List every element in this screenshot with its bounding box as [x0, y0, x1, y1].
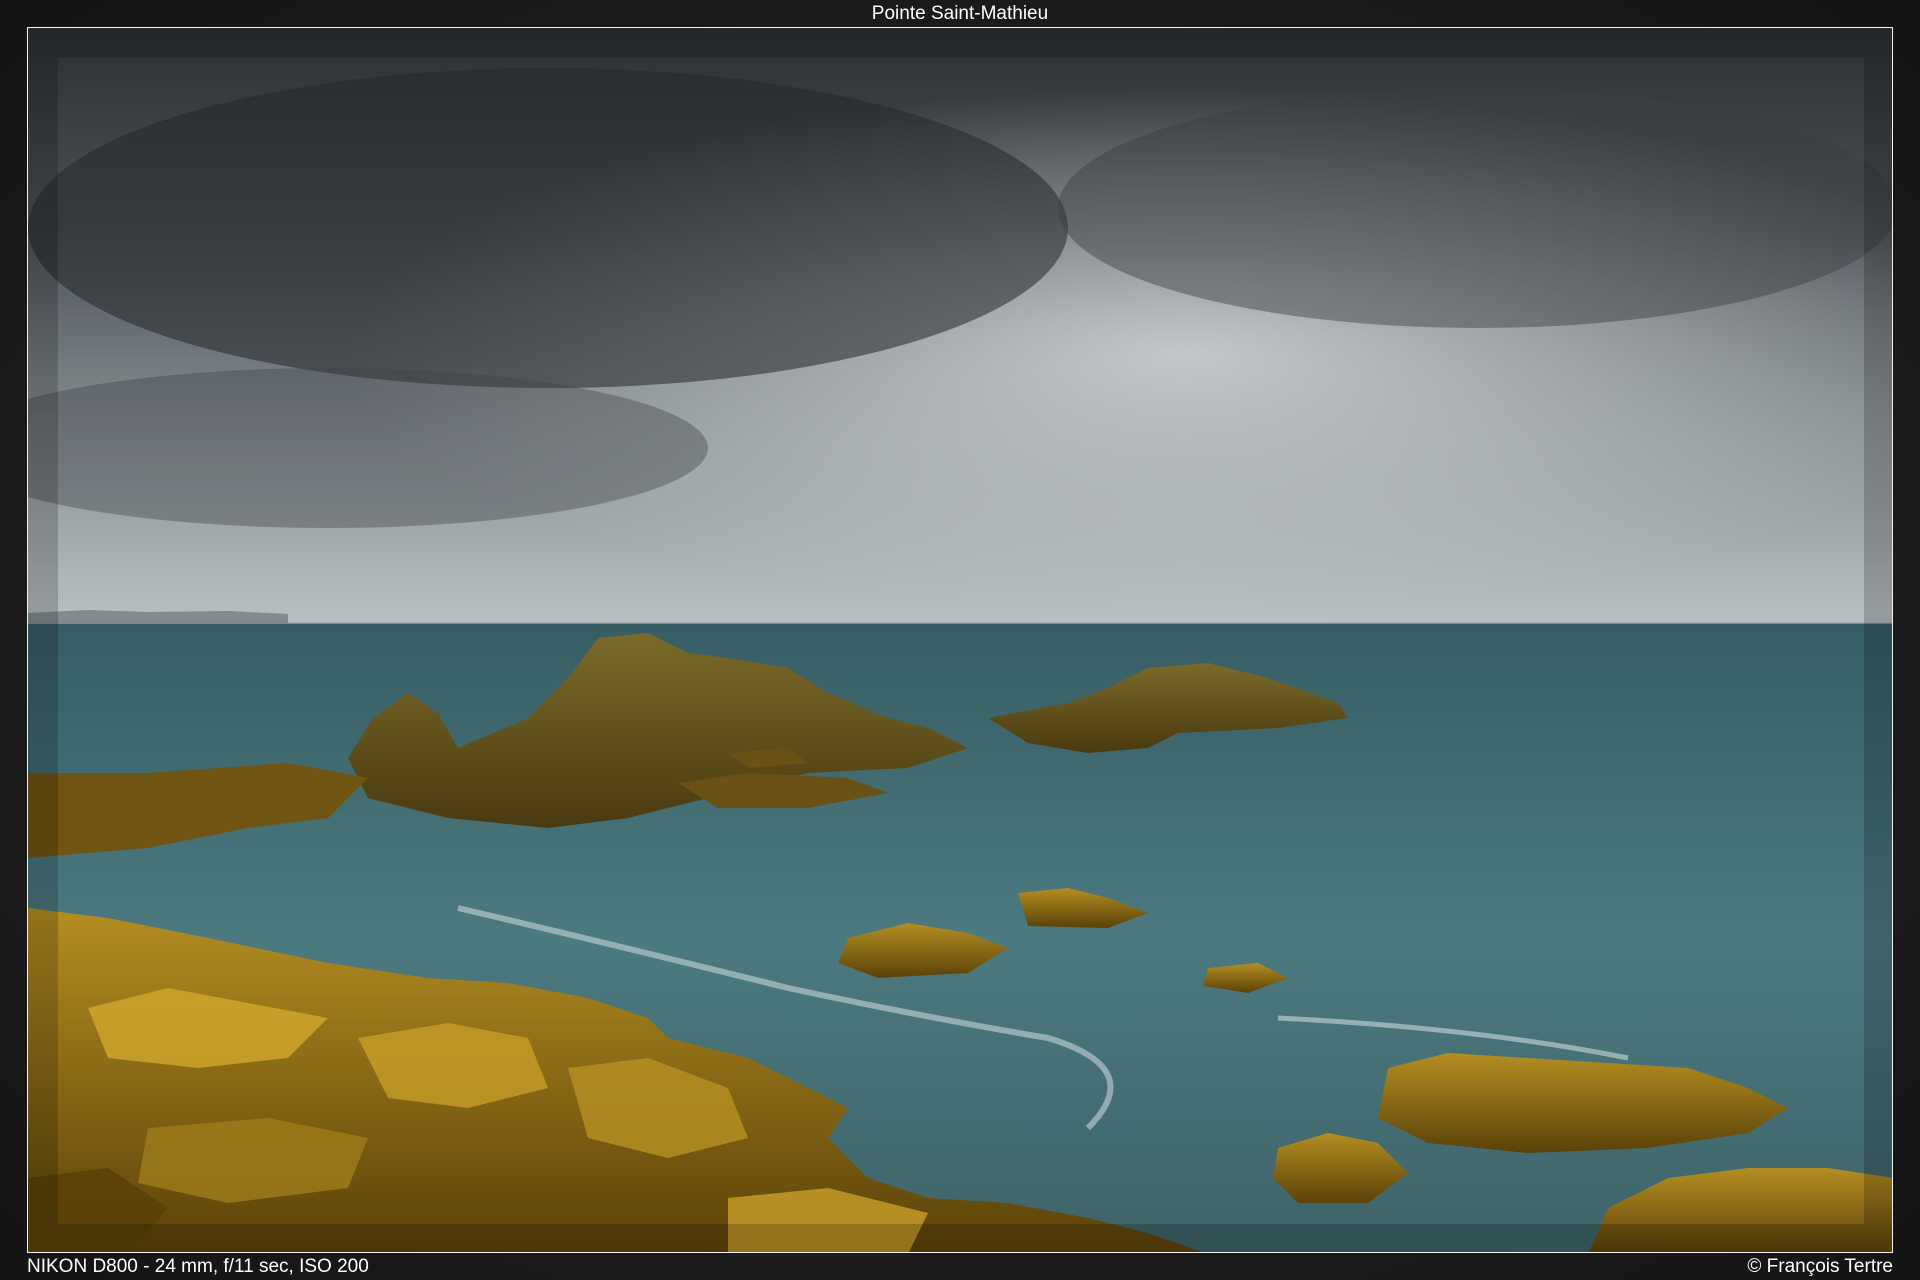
- seascape-image: [28, 28, 1892, 1252]
- photo-title: Pointe Saint-Mathieu: [871, 3, 1049, 24]
- exif-caption: NIKON D800 - 24 mm, f/11 sec, ISO 200: [27, 1256, 369, 1277]
- copyright-caption: © François Tertre: [1747, 1256, 1893, 1277]
- photograph: [27, 27, 1893, 1253]
